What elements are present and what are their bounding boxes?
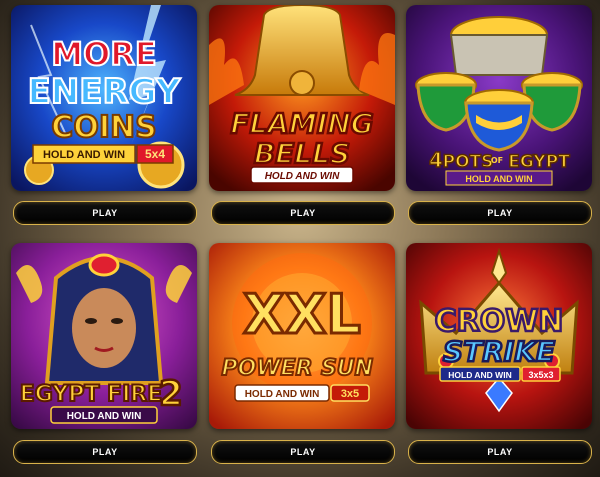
game-tile-4-pots-of-egypt[interactable]: 4 POTS OF EGYPT HOLD AND WIN (406, 5, 592, 191)
title-line-1: CROWN (435, 304, 564, 339)
game-tile-flaming-bells[interactable]: FLAMING BELLS HOLD AND WIN (209, 5, 395, 191)
hold-and-win-badge: HOLD AND WIN (448, 370, 511, 380)
more-energy-coins-artwork: MORE ENERGY COINS HOLD AND WIN 5x4 (11, 5, 197, 191)
title-egypt: EGYPT (508, 152, 570, 172)
title-line-1: EGYPT FIRE (20, 382, 163, 407)
game-grid: MORE ENERGY COINS HOLD AND WIN 5x4 PLAY (0, 0, 600, 477)
title-line-3: COINS (51, 110, 156, 145)
title-of: OF (491, 156, 503, 165)
grid-size-badge: 3x5 (341, 388, 359, 400)
play-button-more-energy-coins[interactable]: PLAY (13, 201, 197, 225)
title-line-3: SUN (321, 356, 373, 381)
pot-icon (449, 34, 549, 76)
game-tile-xxl-power-sun[interactable]: XXL POWER SUN HOLD AND WIN 3x5 (209, 243, 395, 429)
game-tile-more-energy-coins[interactable]: MORE ENERGY COINS HOLD AND WIN 5x4 (11, 5, 197, 191)
flaming-bells-artwork: FLAMING BELLS HOLD AND WIN (209, 5, 395, 191)
title-line-2: BELLS (254, 137, 350, 170)
title-line-2: 2 (159, 374, 183, 414)
xxl-power-sun-artwork: XXL POWER SUN HOLD AND WIN 3x5 (209, 243, 395, 429)
play-button-egypt-fire-2[interactable]: PLAY (13, 440, 197, 464)
hold-and-win-badge: HOLD AND WIN (43, 149, 125, 161)
hold-and-win-badge: HOLD AND WIN (245, 389, 320, 400)
crown-strike-artwork: CROWN STRIKE HOLD AND WIN 3x5x3 (406, 243, 592, 429)
title-line-2: POWER (221, 356, 312, 381)
title-line-1: XXL (243, 283, 361, 346)
hold-and-win-badge: HOLD AND WIN (265, 171, 340, 182)
play-button-4-pots-of-egypt[interactable]: PLAY (408, 201, 592, 225)
title-line-2: ENERGY (28, 72, 181, 112)
pharaoh-face-icon (72, 288, 136, 368)
hold-and-win-badge: HOLD AND WIN (67, 411, 142, 422)
title-pots: POTS (443, 152, 494, 172)
play-button-flaming-bells[interactable]: PLAY (211, 201, 395, 225)
play-button-crown-strike[interactable]: PLAY (408, 440, 592, 464)
grid-size-badge: 3x5x3 (528, 370, 553, 380)
egypt-fire-2-artwork: EGYPT FIRE 2 HOLD AND WIN (11, 243, 197, 429)
game-tile-egypt-fire-2[interactable]: EGYPT FIRE 2 HOLD AND WIN (11, 243, 197, 429)
play-button-xxl-power-sun[interactable]: PLAY (211, 440, 395, 464)
grid-size-badge: 5x4 (145, 147, 165, 161)
title-line-1: FLAMING (230, 107, 373, 140)
hold-and-win-badge: HOLD AND WIN (465, 174, 532, 184)
title-line-1: MORE (51, 35, 157, 73)
title-line-2: STRIKE (443, 335, 555, 368)
game-tile-crown-strike[interactable]: CROWN STRIKE HOLD AND WIN 3x5x3 (406, 243, 592, 429)
title-number: 4 (429, 148, 443, 172)
4-pots-of-egypt-artwork: 4 POTS OF EGYPT HOLD AND WIN (406, 5, 592, 191)
